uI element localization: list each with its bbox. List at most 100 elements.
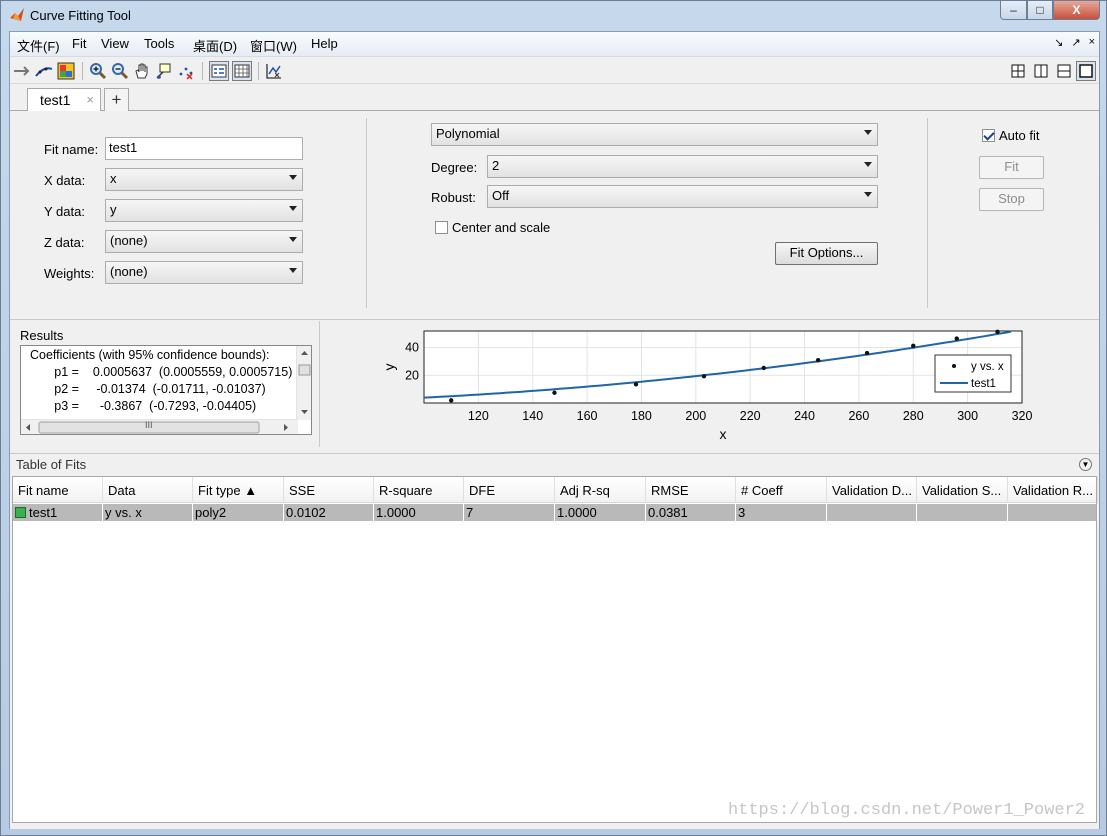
column-header[interactable]: DFE (464, 477, 555, 503)
fit-button[interactable]: Fit (979, 156, 1044, 179)
data-point (995, 329, 1000, 335)
fit-status-icon (15, 507, 26, 518)
column-header[interactable]: # Coeff (736, 477, 827, 503)
column-header[interactable]: RMSE (646, 477, 736, 503)
legend-toggle-icon[interactable] (209, 61, 229, 81)
stop-button[interactable]: Stop (979, 188, 1044, 211)
new-fit-tab-button[interactable]: + (104, 88, 129, 111)
fit-name-label: Fit name: (44, 142, 99, 157)
data-point (633, 382, 639, 387)
center-scale-checkbox[interactable] (435, 221, 448, 234)
degree-select[interactable]: 2 (487, 155, 878, 178)
menu-help[interactable]: Help (311, 36, 338, 51)
x-tick-label: 220 (740, 409, 761, 423)
column-header[interactable]: R-square (374, 477, 464, 503)
collapse-panel-icon[interactable]: ▼ (1079, 458, 1092, 471)
watermark: https://blog.csdn.net/Power1_Power2 (727, 801, 1085, 820)
maximize-button[interactable]: □ (1027, 1, 1053, 20)
table-cell: poly2 (193, 504, 284, 521)
scroll-track-icon (26, 421, 288, 434)
column-header[interactable]: Validation R... (1008, 477, 1098, 503)
column-header[interactable]: Fit name (13, 477, 103, 503)
table-cell: test1 (13, 504, 103, 521)
close-window-button[interactable]: X (1053, 1, 1100, 20)
data-point (701, 373, 707, 379)
chevron-down-icon (864, 162, 872, 167)
left-right-layout-icon[interactable] (1031, 61, 1051, 81)
column-header[interactable]: SSE (284, 477, 374, 503)
grid-toggle-icon[interactable] (232, 61, 252, 81)
menu-desktop[interactable]: 桌面(D) (193, 36, 237, 55)
data-arrow-icon[interactable] (12, 61, 32, 81)
data-cursor-icon[interactable] (154, 61, 174, 81)
data-point (911, 343, 916, 349)
legend-point-marker (952, 364, 956, 368)
dock-icon[interactable]: ↗ (1071, 36, 1080, 49)
table-cell: 7 (464, 504, 555, 521)
x-axis-label: x (720, 426, 727, 442)
exclude-outliers-icon[interactable] (176, 61, 196, 81)
menu-view[interactable]: View (101, 36, 129, 51)
axes-limits-icon[interactable] (264, 61, 284, 81)
y-data-select[interactable]: y (105, 199, 303, 222)
fit-settings-panel: Fit name: test1 X data: x Y data: y Z da… (10, 112, 1099, 320)
plot-fit-icon[interactable] (34, 61, 54, 81)
plot-legend[interactable]: y vs. x test1 (934, 354, 1012, 393)
auto-fit-checkbox[interactable] (982, 129, 995, 142)
results-horizontal-scrollbar[interactable]: III (21, 419, 298, 434)
menu-window[interactable]: 窗口(W) (250, 36, 297, 55)
title-bar[interactable]: Curve Fitting Tool – □ X (1, 1, 1106, 31)
panel-divider (927, 118, 928, 308)
fit-name-input[interactable]: test1 (105, 137, 303, 160)
close-doc-icon[interactable]: × (1089, 36, 1095, 49)
data-point (761, 365, 766, 371)
weights-select[interactable]: (none) (105, 261, 303, 284)
column-header[interactable]: Validation D... (827, 477, 917, 503)
degree-value: 2 (492, 158, 500, 173)
legend-entry-data: y vs. x (971, 361, 1004, 373)
undock-icon[interactable]: ↘ (1054, 36, 1063, 49)
x-tick-label: 280 (903, 409, 924, 423)
results-text-box[interactable]: Coefficients (with 95% confidence bounds… (20, 345, 312, 435)
column-header[interactable]: Fit type ▲ (193, 477, 284, 503)
column-header[interactable]: Data (103, 477, 193, 503)
fit-plot[interactable]: 120 140 160 180 200 220 240 260 280 300 320 2040 x… (322, 321, 1099, 447)
y-data-value: y (110, 202, 117, 217)
column-header[interactable]: Validation S... (917, 477, 1008, 503)
table-cell (827, 504, 917, 521)
fit-options-button[interactable]: Fit Options... (775, 242, 878, 265)
menu-file[interactable]: 文件(F) (17, 36, 60, 55)
fits-table: Fit name Data Fit type ▲ SSE R-square DFE Adj … (12, 476, 1098, 823)
minimize-button[interactable]: – (1000, 1, 1027, 20)
chevron-down-icon (289, 175, 297, 180)
chevron-down-icon (864, 130, 872, 135)
window-title: Curve Fitting Tool (30, 8, 131, 23)
robust-select[interactable]: Off (487, 185, 878, 208)
table-cell: 0.0102 (284, 504, 374, 521)
menu-fit[interactable]: Fit (72, 36, 86, 51)
top-bottom-layout-icon[interactable] (1054, 61, 1074, 81)
residuals-plot-icon[interactable] (56, 61, 76, 81)
table-cell: 1.0000 (374, 504, 464, 521)
table-row[interactable]: test1 y vs. x poly2 0.0102 1.0000 7 1.0000 0.03… (13, 504, 1098, 521)
results-line: Coefficients (with 95% confidence bounds… (30, 348, 270, 362)
tab-label: test1 (40, 92, 71, 108)
zoom-out-icon[interactable] (110, 61, 130, 81)
pan-hand-icon[interactable] (132, 61, 152, 81)
x-data-select[interactable]: x (105, 168, 303, 191)
table-header: Fit name Data Fit type ▲ SSE R-square DFE Adj … (13, 477, 1098, 503)
menu-tools[interactable]: Tools (144, 36, 174, 51)
z-data-select[interactable]: (none) (105, 230, 303, 253)
tab-test1[interactable]: test1 × (27, 88, 101, 111)
zoom-in-icon[interactable] (88, 61, 108, 81)
column-header[interactable]: Adj R-sq (555, 477, 646, 503)
chevron-down-icon (289, 237, 297, 242)
single-layout-icon[interactable] (1076, 61, 1096, 81)
main-window: Curve Fitting Tool – □ X 文件(F) Fit View … (0, 0, 1107, 836)
close-tab-icon[interactable]: × (86, 92, 94, 107)
fit-tab-strip: test1 × + (10, 85, 1099, 111)
tile-layout-icon[interactable] (1008, 61, 1028, 81)
scroll-grip: III (145, 420, 153, 430)
results-vertical-scrollbar[interactable] (296, 346, 311, 420)
fit-type-select[interactable]: Polynomial (431, 123, 878, 146)
